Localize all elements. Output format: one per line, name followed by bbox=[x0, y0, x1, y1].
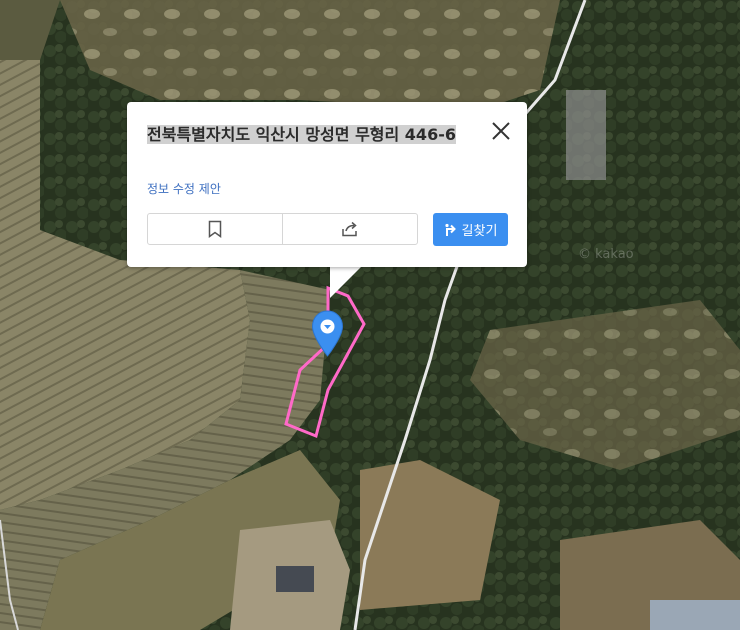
address-popup: 전북특별자치도 익산시 망성면 무형리 446-6 정보 수정 제안 길찾기 bbox=[127, 102, 527, 267]
map-watermark: © kakao bbox=[578, 247, 634, 262]
route-arrow-icon bbox=[444, 223, 456, 236]
suggest-edit-link[interactable]: 정보 수정 제안 bbox=[147, 180, 221, 197]
share-button[interactable] bbox=[282, 214, 417, 244]
satellite-map[interactable]: © kakao bbox=[0, 0, 740, 630]
bookmark-button[interactable] bbox=[148, 214, 282, 244]
bookmark-icon bbox=[208, 220, 222, 238]
map-imagery bbox=[0, 0, 740, 630]
location-marker[interactable] bbox=[311, 310, 344, 358]
route-button-label: 길찾기 bbox=[461, 224, 498, 239]
share-icon bbox=[342, 221, 357, 237]
action-button-group bbox=[147, 213, 418, 245]
close-icon bbox=[492, 122, 510, 140]
address-title: 전북특별자치도 익산시 망성면 무형리 446-6 bbox=[147, 125, 456, 144]
close-button[interactable] bbox=[489, 119, 513, 143]
route-button[interactable]: 길찾기 bbox=[433, 213, 508, 246]
